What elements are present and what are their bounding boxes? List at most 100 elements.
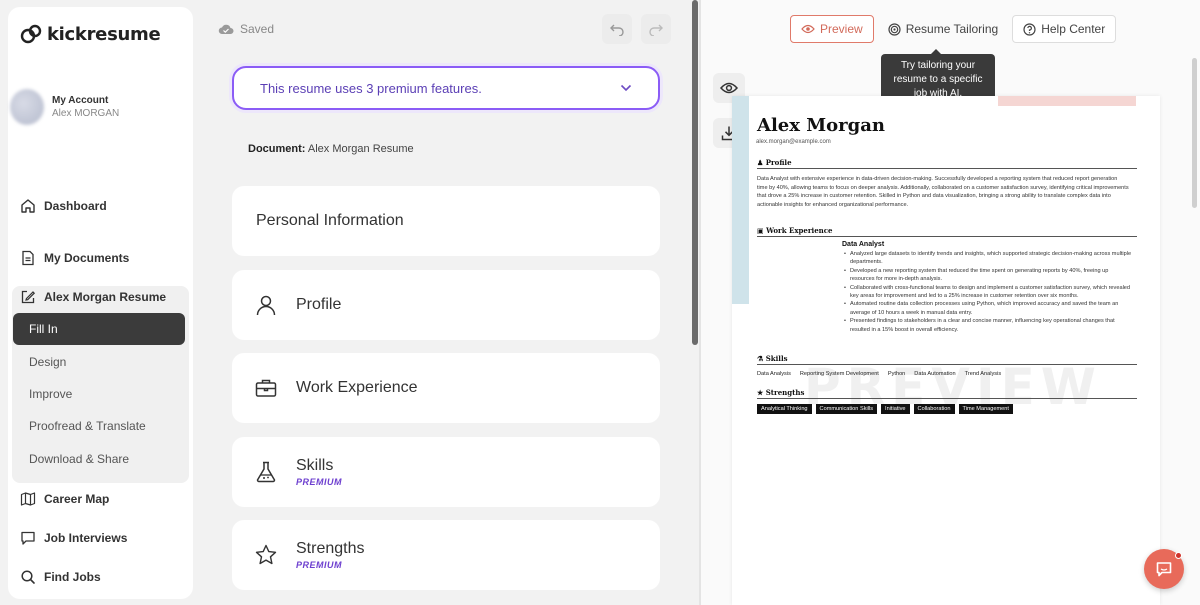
skill-item: Data Automation xyxy=(914,371,956,377)
star-icon: ★ xyxy=(757,388,764,397)
tab-help-center[interactable]: Help Center xyxy=(1012,15,1117,43)
person-icon xyxy=(256,295,276,316)
document-name-value: Alex Morgan Resume xyxy=(307,143,414,155)
nav-current-resume-label: Alex Morgan Resume xyxy=(44,290,167,304)
section-title: Work Experience xyxy=(296,379,418,396)
resume-strengths-list: Analytical Thinking Communication Skills… xyxy=(757,404,1013,414)
document-name: Document: Alex Morgan Resume xyxy=(248,143,414,155)
tab-preview[interactable]: Preview xyxy=(790,15,874,43)
undo-icon xyxy=(610,24,624,36)
nav-my-documents[interactable]: My Documents xyxy=(20,247,129,269)
undo-button[interactable] xyxy=(602,14,632,44)
nav-proofread-translate[interactable]: Proofread & Translate xyxy=(13,410,185,442)
resume-name: Alex Morgan xyxy=(757,115,886,136)
person-icon: ♟ xyxy=(757,158,764,167)
skill-item: Python xyxy=(887,371,906,377)
section-personal-information[interactable]: Personal Information xyxy=(232,186,660,256)
star-icon xyxy=(255,544,277,565)
tooltip-line-2: resume to a specific xyxy=(893,74,983,85)
section-title: Skills xyxy=(296,457,334,474)
map-icon xyxy=(20,492,36,506)
tab-resume-tailoring[interactable]: Resume Tailoring xyxy=(878,15,1009,43)
section-title: Strengths xyxy=(296,540,365,557)
resume-bullet: Presented findings to stakeholders in a … xyxy=(844,317,1134,334)
nav-my-documents-label: My Documents xyxy=(44,251,130,265)
search-icon xyxy=(21,570,35,584)
resume-section-work: ▣ Work Experience xyxy=(757,226,1137,237)
nav-design[interactable]: Design xyxy=(13,346,185,378)
saved-label: Saved xyxy=(240,22,275,36)
kickresume-logo-icon xyxy=(20,24,42,44)
section-skills[interactable]: Skills PREMIUM xyxy=(232,437,660,507)
strength-tag: Time Management xyxy=(958,404,1013,414)
resume-email: alex.morgan@example.com xyxy=(756,139,831,145)
chat-icon xyxy=(21,531,35,545)
resume-profile-heading: Profile xyxy=(765,158,792,167)
chevron-down-icon xyxy=(620,84,632,92)
app-name: kickresume xyxy=(47,23,161,45)
resume-job-bullets: Analyzed large datasets to identify tren… xyxy=(844,250,1134,334)
premium-badge: PREMIUM xyxy=(296,477,342,487)
nav-career-map-label: Career Map xyxy=(44,492,110,506)
skill-item: Reporting System Development xyxy=(799,371,879,377)
resume-accent-left xyxy=(732,96,749,304)
premium-banner-text: This resume uses 3 premium features. xyxy=(260,80,482,96)
eye-icon xyxy=(801,24,815,34)
strength-tag: Initiative xyxy=(881,404,910,414)
account-name: Alex MORGAN xyxy=(52,108,120,119)
document-icon xyxy=(22,250,34,266)
resume-accent-top xyxy=(998,96,1136,106)
nav-find-jobs-label: Find Jobs xyxy=(44,570,101,584)
nav-dashboard-label: Dashboard xyxy=(44,199,107,213)
logo[interactable]: kickresume xyxy=(20,23,161,45)
nav-dashboard[interactable]: Dashboard xyxy=(20,195,107,217)
premium-features-banner[interactable]: This resume uses 3 premium features. xyxy=(232,66,660,110)
edit-icon xyxy=(21,290,36,304)
section-strengths[interactable]: Strengths PREMIUM xyxy=(232,520,660,590)
nav-download-share[interactable]: Download & Share xyxy=(13,443,185,475)
tab-resume-tailoring-label: Resume Tailoring xyxy=(905,22,999,36)
home-icon xyxy=(21,199,35,213)
tooltip-line-1: Try tailoring your xyxy=(900,60,976,71)
document-label: Document: xyxy=(248,143,306,155)
resume-skills-list: Data Analysis Reporting System Developme… xyxy=(757,371,1001,377)
resume-section-strengths: ★ Strengths xyxy=(757,388,1137,399)
editor-scrollbar[interactable] xyxy=(692,0,698,345)
flask-icon xyxy=(256,461,276,483)
nav-find-jobs[interactable]: Find Jobs xyxy=(20,566,101,588)
nav-job-interviews-label: Job Interviews xyxy=(44,531,128,545)
help-icon xyxy=(1023,22,1036,36)
section-profile[interactable]: Profile xyxy=(232,270,660,340)
resume-skills-heading: Skills xyxy=(765,354,788,363)
preview-scrollbar[interactable] xyxy=(1192,58,1197,208)
nav-career-map[interactable]: Career Map xyxy=(20,488,109,510)
resume-job-title: Data Analyst xyxy=(842,241,885,248)
save-status: Saved xyxy=(218,22,274,36)
strength-tag: Collaboration xyxy=(913,404,955,414)
account-title: My Account xyxy=(52,95,109,106)
nav-improve[interactable]: Improve xyxy=(13,378,185,410)
tab-preview-label: Preview xyxy=(820,22,863,36)
skill-item: Data Analysis xyxy=(757,371,791,377)
resume-profile-text: Data Analyst with extensive experience i… xyxy=(757,176,1129,208)
notification-dot xyxy=(1175,552,1182,559)
nav-job-interviews[interactable]: Job Interviews xyxy=(20,527,127,549)
redo-button[interactable] xyxy=(641,14,671,44)
support-chat-button[interactable] xyxy=(1144,549,1184,589)
nav-fill-in[interactable]: Fill In xyxy=(13,313,185,345)
resume-bullet: Developed a new reporting system that re… xyxy=(844,267,1134,284)
nav-current-resume[interactable]: Alex Morgan Resume xyxy=(20,286,166,308)
section-work-experience[interactable]: Work Experience xyxy=(232,353,660,423)
briefcase-icon xyxy=(255,379,277,397)
tab-help-center-label: Help Center xyxy=(1041,22,1106,36)
redo-icon xyxy=(649,24,663,36)
flask-icon: ⚗ xyxy=(757,354,764,363)
resume-bullet: Automated routine data collection proces… xyxy=(844,300,1134,317)
avatar xyxy=(10,89,44,125)
resume-bullet: Collaborated with cross-functional teams… xyxy=(844,284,1134,301)
resume-preview[interactable]: PREVIEW Alex Morgan alex.morgan@example.… xyxy=(732,96,1160,605)
chat-bubble-icon xyxy=(1156,562,1172,577)
preview-tabbar: Preview Resume Tailoring Help Center xyxy=(790,15,1117,43)
strength-tag: Communication Skills xyxy=(815,404,878,414)
account-block[interactable]: My Account Alex MORGAN xyxy=(10,89,119,125)
